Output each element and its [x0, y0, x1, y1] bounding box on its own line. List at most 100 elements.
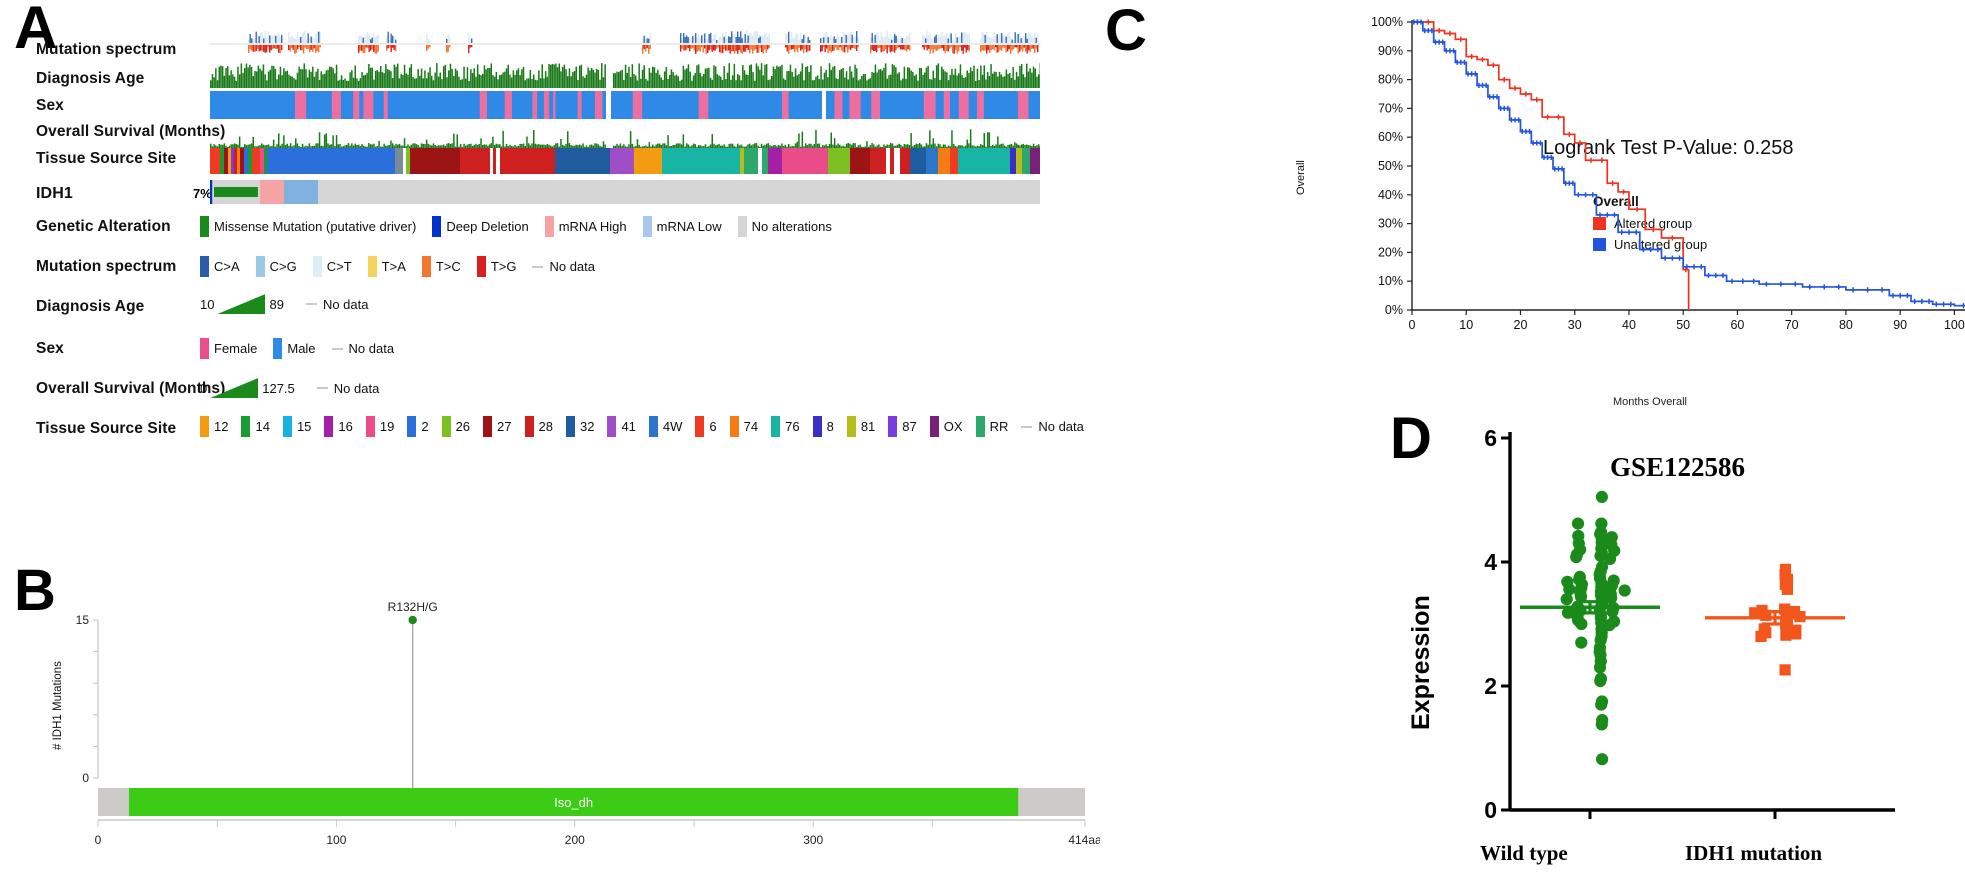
legend-swatch [241, 416, 251, 437]
onco-track-diagnosis-age[interactable] [210, 62, 1040, 88]
legend-item-tss-2[interactable]: 15 [282, 416, 312, 437]
panel-c-xtick: 30 [1568, 318, 1582, 332]
legend-item-tss-4[interactable]: 19 [365, 416, 394, 437]
legend-item-no-data: No data [1021, 419, 1084, 434]
data-point [1595, 718, 1608, 731]
legend-swatch [975, 416, 985, 437]
onco-track-sex[interactable] [210, 91, 1040, 119]
legend-item-ms-0[interactable]: C>A [200, 256, 240, 277]
panel-c-xtick: 90 [1893, 318, 1907, 332]
legend-swatch [407, 416, 417, 437]
legend-row-diagnosis-age: 10 89 No data [200, 294, 384, 314]
legend-item-ga-2[interactable]: mRNA High [544, 216, 627, 237]
legend-item-ms-4[interactable]: T>C [421, 256, 461, 277]
legend-item-tss-19[interactable]: RR [975, 416, 1009, 437]
lollipop-plot[interactable]: 15 0 Iso_dh R132H/G 0 100 200 300 414aa [60, 600, 1100, 860]
legend-item-label: OX [943, 419, 963, 434]
legend-title-mutation-spectrum: Mutation spectrum [36, 258, 177, 275]
legend-swatch [441, 416, 451, 437]
km-curve-altered [1412, 21, 1690, 310]
legend-item-tss-11[interactable]: 4W [648, 416, 682, 437]
panel-b-xend-label: 414aa [1068, 833, 1100, 847]
data-point [1779, 664, 1791, 676]
legend-swatch [476, 256, 486, 277]
onco-track-tissue-source-site[interactable] [210, 148, 1040, 174]
panel-c-letter: C [1105, 0, 1147, 63]
legend-item-ga-1[interactable]: Deep Deletion [432, 216, 529, 237]
legend-item-tss-16[interactable]: 81 [846, 416, 875, 437]
legend-item-label: 8 [826, 419, 834, 434]
legend-item-tss-12[interactable]: 6 [695, 416, 717, 437]
onco-track-mutation-spectrum[interactable] [210, 30, 1040, 58]
legend-swatch [524, 416, 534, 437]
dot-plot[interactable]: 6 4 2 0 [1435, 410, 1935, 840]
legend-item-ms-2[interactable]: C>T [312, 256, 352, 277]
legend-item-ga-0[interactable]: Missense Mutation (putative driver) [200, 216, 416, 237]
legend-item-ms-3[interactable]: T>A [367, 256, 406, 277]
panel-c-ytick: 40% [1378, 188, 1403, 202]
data-point [1560, 593, 1573, 606]
legend-item-label: 27 [497, 419, 512, 434]
legend-swatch [273, 338, 283, 359]
legend-item-ms-5[interactable]: T>G [476, 256, 516, 277]
legend-swatch [365, 416, 375, 437]
no-data-dash-icon [305, 303, 317, 305]
legend-item-ga-4[interactable]: No alterations [737, 216, 832, 237]
legend-item-tss-15[interactable]: 8 [812, 416, 834, 437]
legend-item-tss-8[interactable]: 28 [524, 416, 553, 437]
legend-item-tss-9[interactable]: 32 [565, 416, 594, 437]
legend-item-no-data: No data [305, 296, 369, 312]
overall-survival-svg [210, 129, 1040, 148]
legend-item-tss-10[interactable]: 41 [607, 416, 636, 437]
legend-item-tss-1[interactable]: 14 [241, 416, 270, 437]
legend-item-label: 6 [709, 419, 717, 434]
legend-title-diagnosis-age: Diagnosis Age [36, 298, 145, 315]
legend-item-sex-0[interactable]: Female [200, 338, 257, 359]
onco-label-overall-survival: Overall Survival (Months) [36, 123, 226, 140]
legend-swatch [929, 416, 939, 437]
panel-d-letter: D [1390, 406, 1432, 471]
legend-item-label: 74 [743, 419, 759, 434]
legend-item-label: 41 [621, 419, 636, 434]
legend-item-ms-1[interactable]: C>G [255, 256, 297, 277]
legend-item-label: C>G [269, 259, 297, 274]
legend-item-tss-13[interactable]: 74 [729, 416, 759, 437]
panel-d-ytick: 2 [1484, 673, 1497, 699]
panel-b: B # IDH1 Mutations 15 0 Iso_dh R132H/G 0 100 2… [0, 560, 1100, 876]
onco-idh1-percent: 7% [193, 186, 212, 201]
onco-track-overall-survival[interactable] [210, 124, 1040, 148]
legend-item-label: No data [322, 296, 369, 312]
legend-item-tss-14[interactable]: 76 [771, 416, 800, 437]
legend-item-ga-3[interactable]: mRNA Low [642, 216, 722, 237]
legend-item-label: C>T [326, 259, 352, 274]
legend-item-tss-7[interactable]: 27 [483, 416, 512, 437]
panel-b-domain-label: Iso_dh [554, 795, 593, 810]
legend-item-label: No alterations [751, 219, 832, 234]
panel-b-xtick: 300 [803, 833, 823, 847]
panel-c-ytick: 80% [1378, 73, 1403, 87]
legend-item-tss-18[interactable]: OX [929, 416, 963, 437]
km-survival-plot[interactable]: 100% 90% 80% 70% 60% 50% 40% 30% 20% 10% 0% 0 10 20 30… [1300, 10, 1965, 410]
legend-item-tss-6[interactable]: 26 [441, 416, 470, 437]
panel-b-letter: B [14, 558, 56, 623]
panel-d-ylabel: Expression [1407, 595, 1435, 730]
legend-item-label: Male [287, 341, 316, 356]
panel-c-ytick: 60% [1378, 130, 1403, 144]
sex-svg [210, 91, 1040, 119]
panel-c-ytick: 20% [1378, 245, 1403, 259]
legend-item-label: No data [549, 259, 596, 274]
onco-track-idh1[interactable] [210, 180, 1040, 204]
legend-item-tss-0[interactable]: 12 [200, 416, 228, 437]
legend-item-no-data: No data [532, 259, 595, 274]
legend-item-label: 15 [296, 419, 312, 434]
legend-item-tss-3[interactable]: 16 [324, 416, 353, 437]
panel-c-ytick: 0% [1385, 303, 1403, 317]
legend-item-label: mRNA Low [656, 219, 722, 234]
legend-item-tss-17[interactable]: 87 [888, 416, 917, 437]
legend-item-tss-5[interactable]: 2 [407, 416, 429, 437]
legend-swatch [565, 416, 575, 437]
panel-c-xtick: 50 [1676, 318, 1690, 332]
legend-item-sex-1[interactable]: Male [273, 338, 316, 359]
legend-item-label: RR [989, 419, 1009, 434]
legend-row-tissue-source-site: 12 14 15 16 19 2 26 27 28 32 41 4W 6 74 76 8 81 87 OX RR No … [200, 416, 1100, 437]
